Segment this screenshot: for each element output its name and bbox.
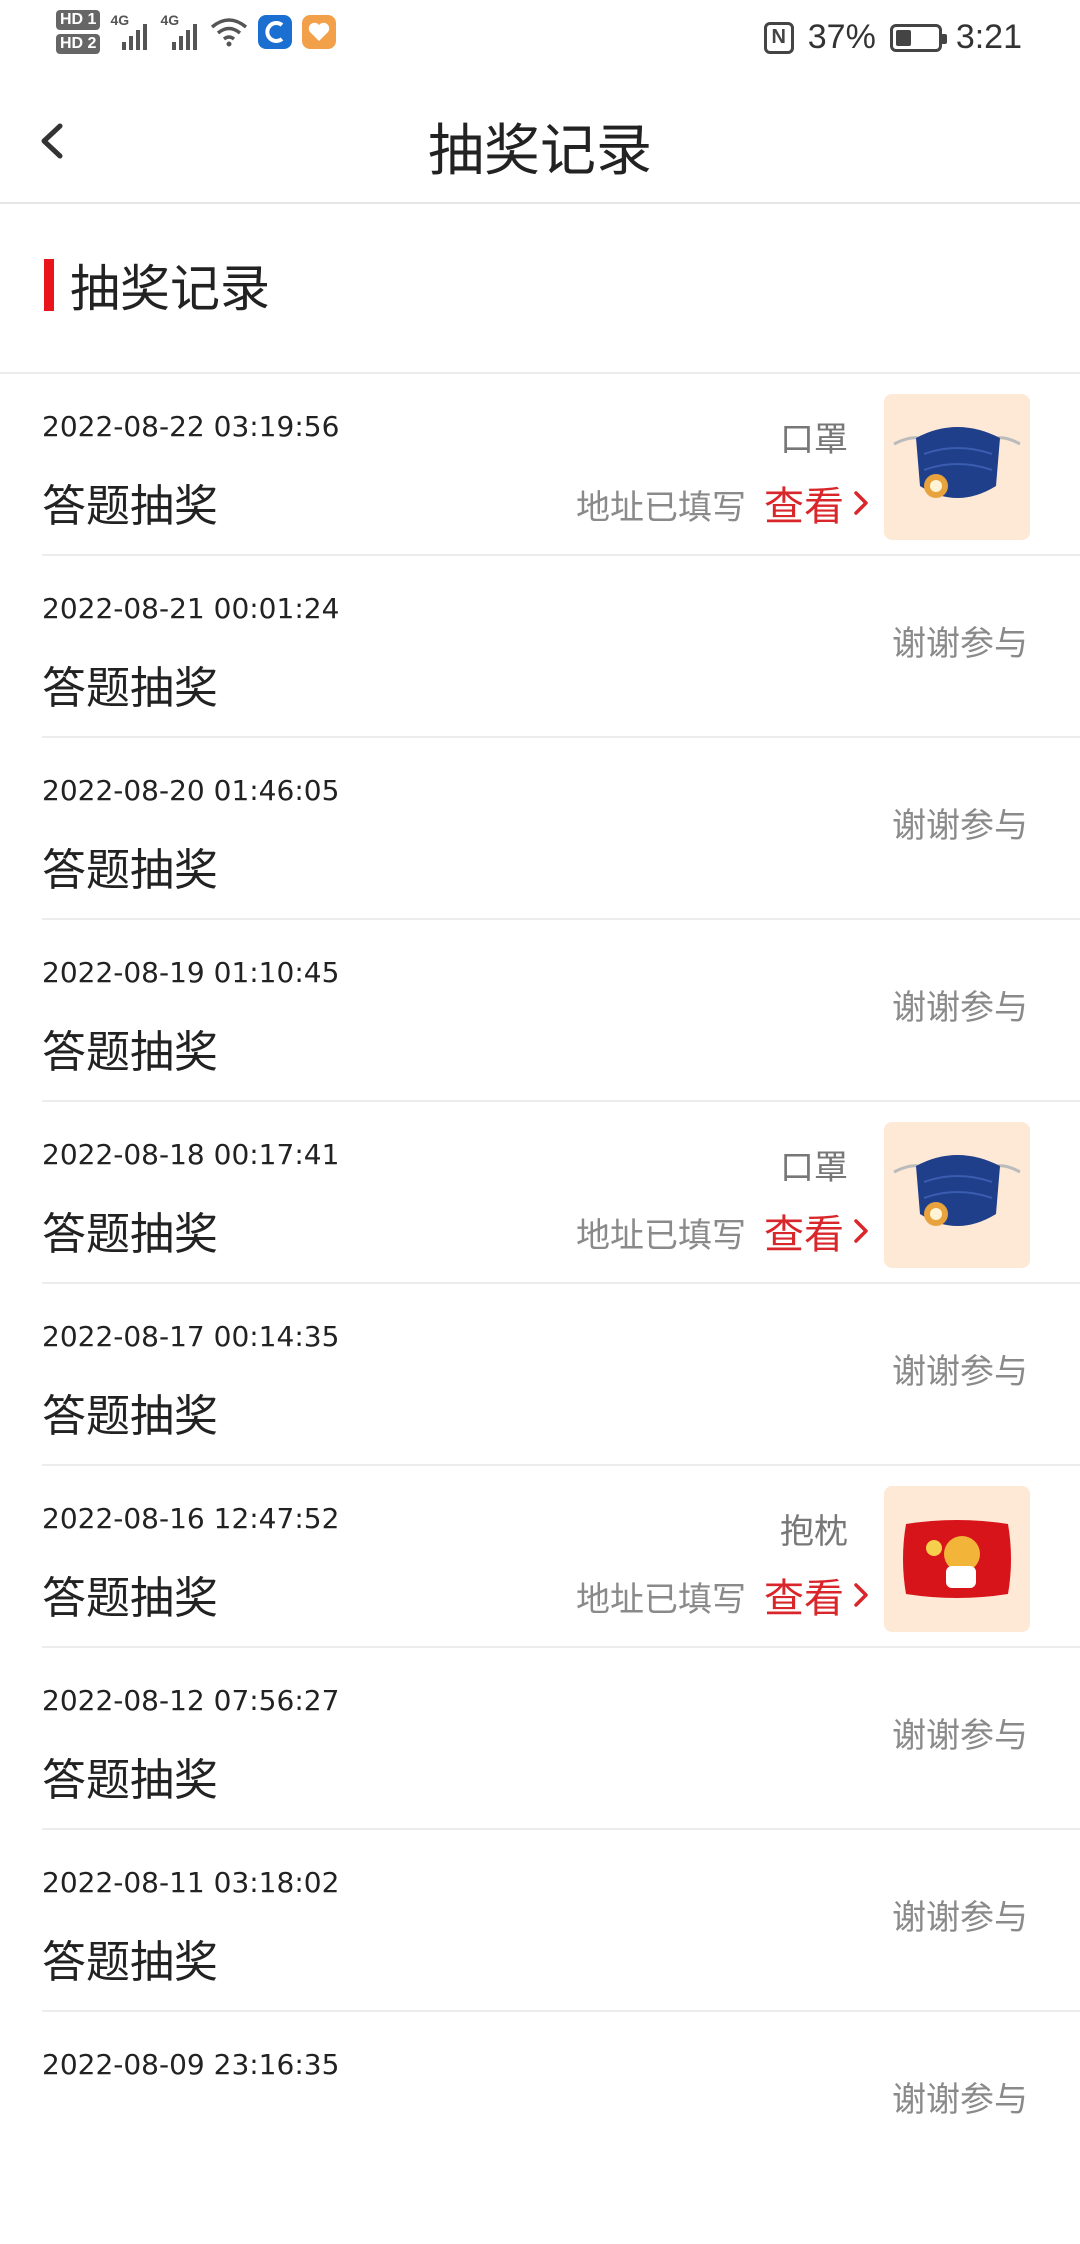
signal-icon: 4G — [110, 12, 150, 50]
status-left: HD 1 HD 2 4G 4G — [56, 10, 337, 54]
view-label: 查看 — [764, 484, 844, 530]
record-type: 答题抽奖 — [42, 663, 218, 714]
chevron-right-icon — [854, 491, 868, 515]
record-list: 2022-08-22 03:19:56 答题抽奖 口罩 地址已填写 查看 202… — [0, 374, 1080, 2194]
record-type: 答题抽奖 — [42, 1573, 218, 1624]
record-row: 2022-08-22 03:19:56 答题抽奖 口罩 地址已填写 查看 — [0, 374, 1080, 556]
chevron-right-icon — [854, 1219, 868, 1243]
view-label: 查看 — [764, 1576, 844, 1622]
status-right: N 37% 3:21 — [763, 18, 1022, 57]
address-status: 地址已填写 — [576, 488, 746, 528]
record-time: 2022-08-20 01:46:05 — [42, 774, 340, 807]
address-status: 地址已填写 — [576, 1216, 746, 1256]
view-button[interactable]: 查看 — [764, 1202, 870, 1260]
record-time: 2022-08-09 23:16:35 — [42, 2048, 340, 2081]
record-row: 2022-08-18 00:17:41 答题抽奖 口罩 地址已填写 查看 — [0, 1102, 1080, 1284]
record-row: 2022-08-19 01:10:45 答题抽奖 谢谢参与 — [0, 920, 1080, 1102]
prize-image[interactable] — [884, 1486, 1030, 1632]
record-row: 2022-08-20 01:46:05 答题抽奖 谢谢参与 — [0, 738, 1080, 920]
result-text: 谢谢参与 — [892, 2080, 1028, 2120]
record-time: 2022-08-17 00:14:35 — [42, 1320, 340, 1353]
hd1-badge: HD 1 — [56, 10, 101, 30]
section-accent-bar — [44, 259, 54, 311]
result-text: 谢谢参与 — [892, 1898, 1028, 1938]
result-text: 谢谢参与 — [892, 988, 1028, 1028]
result-text: 谢谢参与 — [892, 806, 1028, 846]
battery-icon — [889, 23, 947, 52]
record-row: 2022-08-21 00:01:24 答题抽奖 谢谢参与 — [0, 556, 1080, 738]
record-time: 2022-08-12 07:56:27 — [42, 1684, 340, 1717]
record-time: 2022-08-16 12:47:52 — [42, 1502, 340, 1535]
prize-name: 口罩 — [780, 1148, 848, 1188]
pillow-icon — [903, 1520, 1011, 1598]
record-row: 2022-08-17 00:14:35 答题抽奖 谢谢参与 — [0, 1284, 1080, 1466]
app-notification-icon-2 — [302, 15, 337, 49]
record-row: 2022-08-09 23:16:35 谢谢参与 — [0, 2012, 1080, 2194]
section-title: 抽奖记录 — [70, 260, 270, 318]
record-row: 2022-08-11 03:18:02 答题抽奖 谢谢参与 — [0, 1830, 1080, 2012]
record-type: 答题抽奖 — [42, 481, 218, 532]
result-text: 谢谢参与 — [892, 1352, 1028, 1392]
record-time: 2022-08-22 03:19:56 — [42, 410, 340, 443]
record-time: 2022-08-19 01:10:45 — [42, 956, 340, 989]
wifi-icon — [211, 18, 248, 47]
record-type: 答题抽奖 — [42, 1755, 218, 1806]
result-text: 谢谢参与 — [892, 624, 1028, 664]
prize-image[interactable] — [884, 1122, 1030, 1268]
record-time: 2022-08-21 00:01:24 — [42, 592, 340, 625]
view-button[interactable]: 查看 — [764, 474, 870, 532]
record-type: 答题抽奖 — [42, 1937, 218, 1988]
battery-percent: 37% — [807, 18, 876, 56]
record-row: 2022-08-12 07:56:27 答题抽奖 谢谢参与 — [0, 1648, 1080, 1830]
nfc-icon: N — [763, 21, 794, 54]
record-type: 答题抽奖 — [42, 1391, 218, 1442]
sim-indicators: HD 1 HD 2 — [56, 10, 101, 54]
prize-name: 口罩 — [780, 420, 848, 460]
signal-icon-2: 4G — [160, 12, 200, 50]
record-row: 2022-08-16 12:47:52 答题抽奖 抱枕 地址已填写 查看 — [0, 1466, 1080, 1648]
record-type: 答题抽奖 — [42, 1027, 218, 1078]
record-type: 答题抽奖 — [42, 1209, 218, 1260]
record-type: 答题抽奖 — [42, 845, 218, 896]
prize-name: 抱枕 — [780, 1512, 848, 1552]
address-status: 地址已填写 — [576, 1580, 746, 1620]
clock: 3:21 — [955, 18, 1022, 56]
mask-icon — [893, 1155, 1021, 1226]
status-bar: HD 1 HD 2 4G 4G N 37% 3:21 — [0, 0, 1080, 80]
section-header: 抽奖记录 — [44, 255, 270, 318]
record-time: 2022-08-11 03:18:02 — [42, 1866, 340, 1899]
result-text: 谢谢参与 — [892, 1716, 1028, 1756]
record-time: 2022-08-18 00:17:41 — [42, 1138, 340, 1171]
view-button[interactable]: 查看 — [764, 1566, 870, 1624]
view-label: 查看 — [764, 1212, 844, 1258]
mask-icon — [893, 427, 1021, 498]
page-title: 抽奖记录 — [428, 119, 652, 184]
hd2-badge: HD 2 — [56, 34, 101, 54]
prize-image[interactable] — [884, 394, 1030, 540]
app-notification-icon — [258, 15, 293, 49]
nav-bar: 抽奖记录 — [0, 80, 1080, 204]
chevron-right-icon — [854, 1583, 868, 1607]
